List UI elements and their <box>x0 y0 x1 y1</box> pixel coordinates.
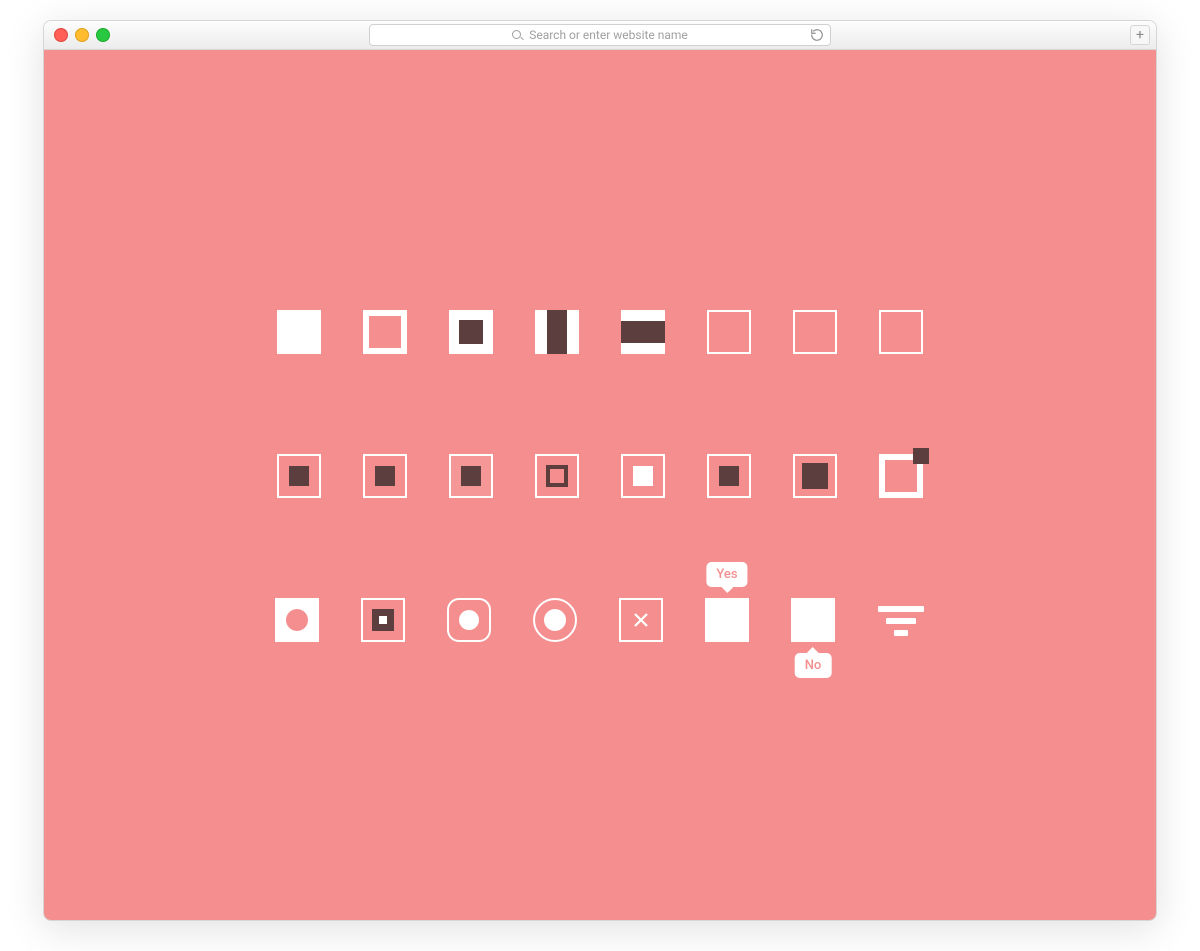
inner-square-icon <box>372 609 394 631</box>
checkbox-nested-outline[interactable] <box>535 454 579 498</box>
checkbox-outline-dark-2[interactable] <box>363 454 407 498</box>
checkbox-x-mark[interactable] <box>619 598 663 642</box>
checkbox-circle-in-ring[interactable] <box>533 598 577 642</box>
address-bar[interactable]: Search or enter website name <box>369 24 831 46</box>
new-tab-button[interactable]: + <box>1130 25 1150 45</box>
refresh-icon[interactable] <box>810 28 824 42</box>
checkbox-outline-2[interactable] <box>793 310 837 354</box>
checkbox-corner-pip[interactable] <box>879 454 923 498</box>
checkbox-row-2 <box>277 454 923 498</box>
checkbox-tooltip-yes[interactable]: Yes <box>705 598 749 642</box>
checkbox-outline-white-inner[interactable] <box>621 454 665 498</box>
address-placeholder: Search or enter website name <box>529 28 688 42</box>
checkbox-dark-fill[interactable] <box>449 310 493 354</box>
checkbox-outline-dark-large[interactable] <box>793 454 837 498</box>
checkbox-outline-1[interactable] <box>707 310 751 354</box>
checkbox-circle-cutout[interactable] <box>275 598 319 642</box>
checkbox-solid[interactable] <box>277 310 321 354</box>
search-icon <box>512 30 523 41</box>
checkbox-outline-3[interactable] <box>879 310 923 354</box>
tooltip-yes: Yes <box>706 562 747 587</box>
x-icon <box>632 611 650 629</box>
checkbox-horizontal-slide[interactable] <box>621 310 665 354</box>
checkbox-vertical-slide[interactable] <box>535 310 579 354</box>
browser-window: Search or enter website name + <box>43 20 1157 921</box>
traffic-light-minimize-icon[interactable] <box>75 28 89 42</box>
traffic-light-close-icon[interactable] <box>54 28 68 42</box>
filter-line-3 <box>894 630 908 636</box>
checkbox-rounded-circle[interactable] <box>447 598 491 642</box>
checkbox-row-3: Yes No <box>275 598 925 642</box>
checkbox-thick-outline[interactable] <box>363 310 407 354</box>
traffic-light-zoom-icon[interactable] <box>96 28 110 42</box>
checkbox-outline-dark-3[interactable] <box>449 454 493 498</box>
checkbox-outline-dark-4[interactable] <box>707 454 751 498</box>
checkbox-outline-dark-1[interactable] <box>277 454 321 498</box>
filter-line-1 <box>878 606 924 612</box>
checkbox-row-1 <box>277 310 923 354</box>
checkbox-nested-square[interactable] <box>361 598 405 642</box>
filter-lines-icon[interactable] <box>877 598 925 642</box>
filter-line-2 <box>886 618 916 624</box>
page-viewport: Yes No <box>44 50 1156 920</box>
checkbox-grid: Yes No <box>275 310 925 642</box>
title-bar: Search or enter website name + <box>44 21 1156 50</box>
corner-pip-icon <box>913 448 929 464</box>
tooltip-no: No <box>795 653 832 678</box>
checkbox-tooltip-no[interactable]: No <box>791 598 835 642</box>
